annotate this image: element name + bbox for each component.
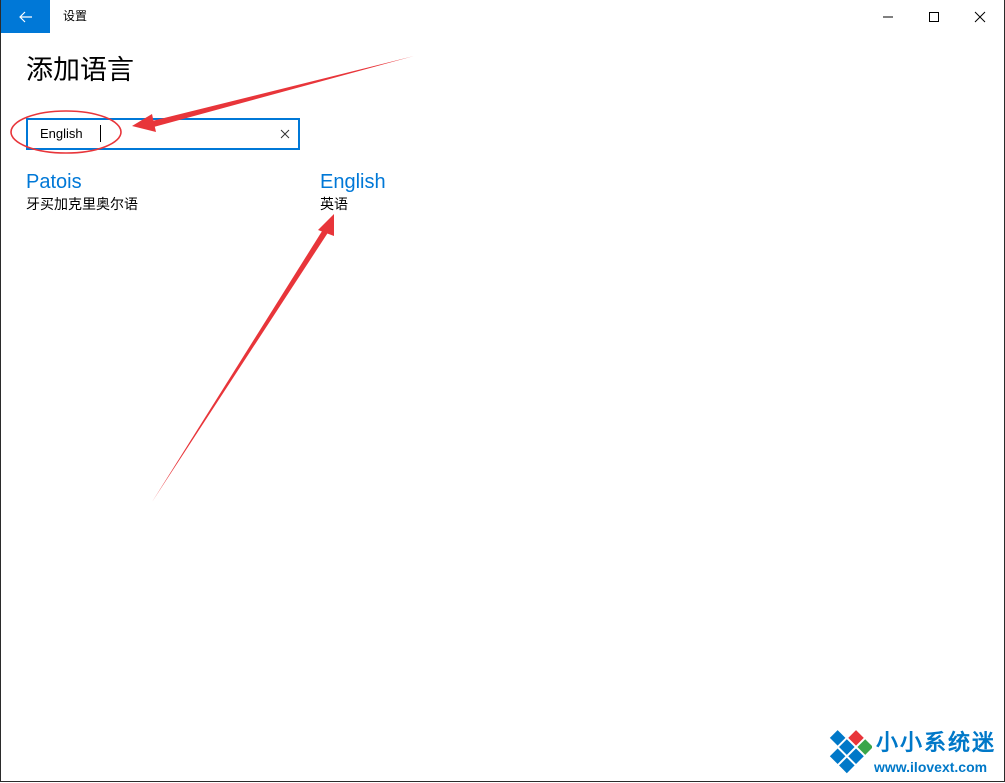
title-bar: 设置 xyxy=(1,0,1004,33)
watermark-logo-icon xyxy=(829,730,872,774)
clear-search-button[interactable] xyxy=(277,126,293,142)
settings-window: 设置 添加语言 English Patois 牙买加克里奥尔语 English … xyxy=(0,0,1005,782)
page-title: 添加语言 xyxy=(26,55,134,86)
back-button[interactable] xyxy=(1,0,50,33)
back-arrow-icon xyxy=(18,11,32,22)
language-native-name: 英语 xyxy=(320,197,348,213)
language-result-patois[interactable]: Patois 牙买加克里奥尔语 xyxy=(26,169,138,215)
maximize-icon xyxy=(929,11,939,22)
minimize-icon xyxy=(883,16,893,17)
language-native-name: 牙买加克里奥尔语 xyxy=(26,197,138,213)
window-title: 设置 xyxy=(63,9,88,23)
language-name: English xyxy=(320,171,386,193)
minimize-button[interactable] xyxy=(865,0,911,33)
language-result-english[interactable]: English 英语 xyxy=(320,169,386,215)
language-name: Patois xyxy=(26,171,82,193)
close-icon xyxy=(974,11,986,22)
search-input-value[interactable]: English xyxy=(40,125,83,143)
maximize-button[interactable] xyxy=(911,0,957,33)
search-input[interactable]: English xyxy=(26,118,300,150)
watermark-brand: 小小系统迷 xyxy=(876,731,997,756)
clear-x-icon xyxy=(280,129,290,139)
text-caret xyxy=(100,125,101,142)
watermark: 小小系统迷 www.ilovext.com xyxy=(816,725,996,779)
watermark-url: www.ilovext.com xyxy=(874,759,988,775)
close-button[interactable] xyxy=(957,0,1003,33)
